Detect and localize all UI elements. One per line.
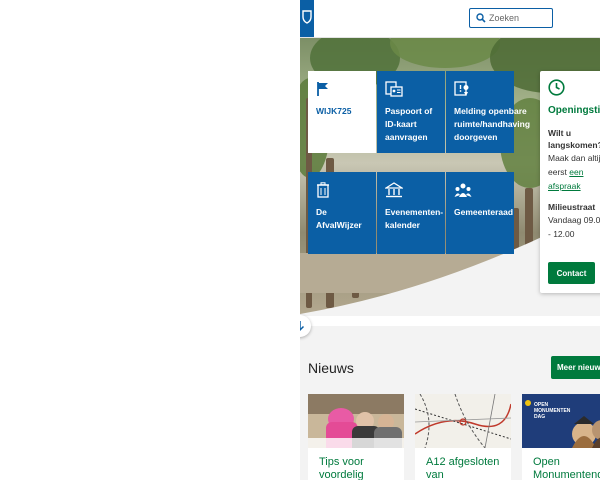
id-card-icon: [385, 81, 403, 97]
page-viewport: WIJK725 Paspoort of ID-kaart aanvragen M…: [300, 0, 600, 480]
news-card[interactable]: A12 afgesloten van: [415, 394, 511, 480]
flag-icon: [317, 82, 328, 96]
clock-icon: [548, 79, 565, 96]
opening-hours-card: Openingstijden Wilt u langskomen? Maak d…: [540, 71, 600, 293]
road-map-image: [415, 394, 511, 448]
tile-paspoort[interactable]: Paspoort of ID-kaart aanvragen: [377, 71, 445, 153]
tile-label: De AfvalWijzer: [316, 207, 362, 230]
more-news-button[interactable]: Meer nieuws: [551, 356, 600, 379]
opening-hours-title: Openingstijden: [548, 105, 600, 116]
news-title: Open Monumentendag: [533, 456, 600, 480]
search-input[interactable]: [489, 11, 549, 25]
monument-poster-caption: OPEN MONUMENTEN DAG: [534, 402, 571, 420]
shield-icon: [302, 10, 312, 24]
tile-label: WIJK725: [316, 106, 352, 116]
search-box: [469, 8, 553, 28]
site-logo[interactable]: [300, 0, 314, 37]
news-card[interactable]: OPEN MONUMENTEN DAG Open Monumentendag: [522, 394, 600, 480]
waste-calendar-icon: [317, 182, 329, 198]
news-title: A12 afgesloten van: [426, 456, 500, 480]
search-icon[interactable]: [476, 13, 486, 23]
arrow-down-icon: [300, 321, 305, 332]
news-card[interactable]: Tips voor voordelig: [308, 394, 404, 480]
milieustraat-heading: Milieustraat: [548, 202, 596, 212]
appointment-text: Maak dan altijd eerst een afspraak: [548, 153, 600, 191]
news-image: OPEN MONUMENTEN DAG: [522, 394, 600, 448]
tile-label: Evenementen-kalender: [385, 207, 444, 230]
tile-label: Melding openbare ruimte/handhaving doorg…: [454, 106, 531, 142]
tile-afvalwijzer[interactable]: De AfvalWijzer: [308, 172, 376, 254]
council-icon: [454, 183, 472, 197]
news-image: [308, 394, 404, 448]
news-heading: Nieuws: [308, 360, 354, 376]
tile-wijk725[interactable]: WIJK725: [308, 71, 376, 153]
report-location-icon: [454, 81, 469, 96]
building-icon: [385, 182, 403, 198]
news-section: Nieuws Meer nieuws Tips voor voordelig: [300, 326, 600, 480]
tile-gemeenteraad[interactable]: Gemeenteraad: [446, 172, 514, 254]
tile-label: Gemeenteraad: [454, 207, 514, 217]
milieustraat-hours: Vandaag 09.00 - 12.00: [548, 215, 600, 239]
tile-evenementenkalender[interactable]: Evenementen-kalender: [377, 172, 445, 254]
visit-question: Wilt u langskomen?: [548, 128, 600, 150]
tile-label: Paspoort of ID-kaart aanvragen: [385, 106, 433, 142]
news-title: Tips voor voordelig: [319, 456, 364, 480]
contact-button[interactable]: Contact: [548, 262, 595, 284]
tile-melding[interactable]: Melding openbare ruimte/handhaving doorg…: [446, 71, 530, 153]
site-header: [300, 0, 600, 38]
news-image: [415, 394, 511, 448]
